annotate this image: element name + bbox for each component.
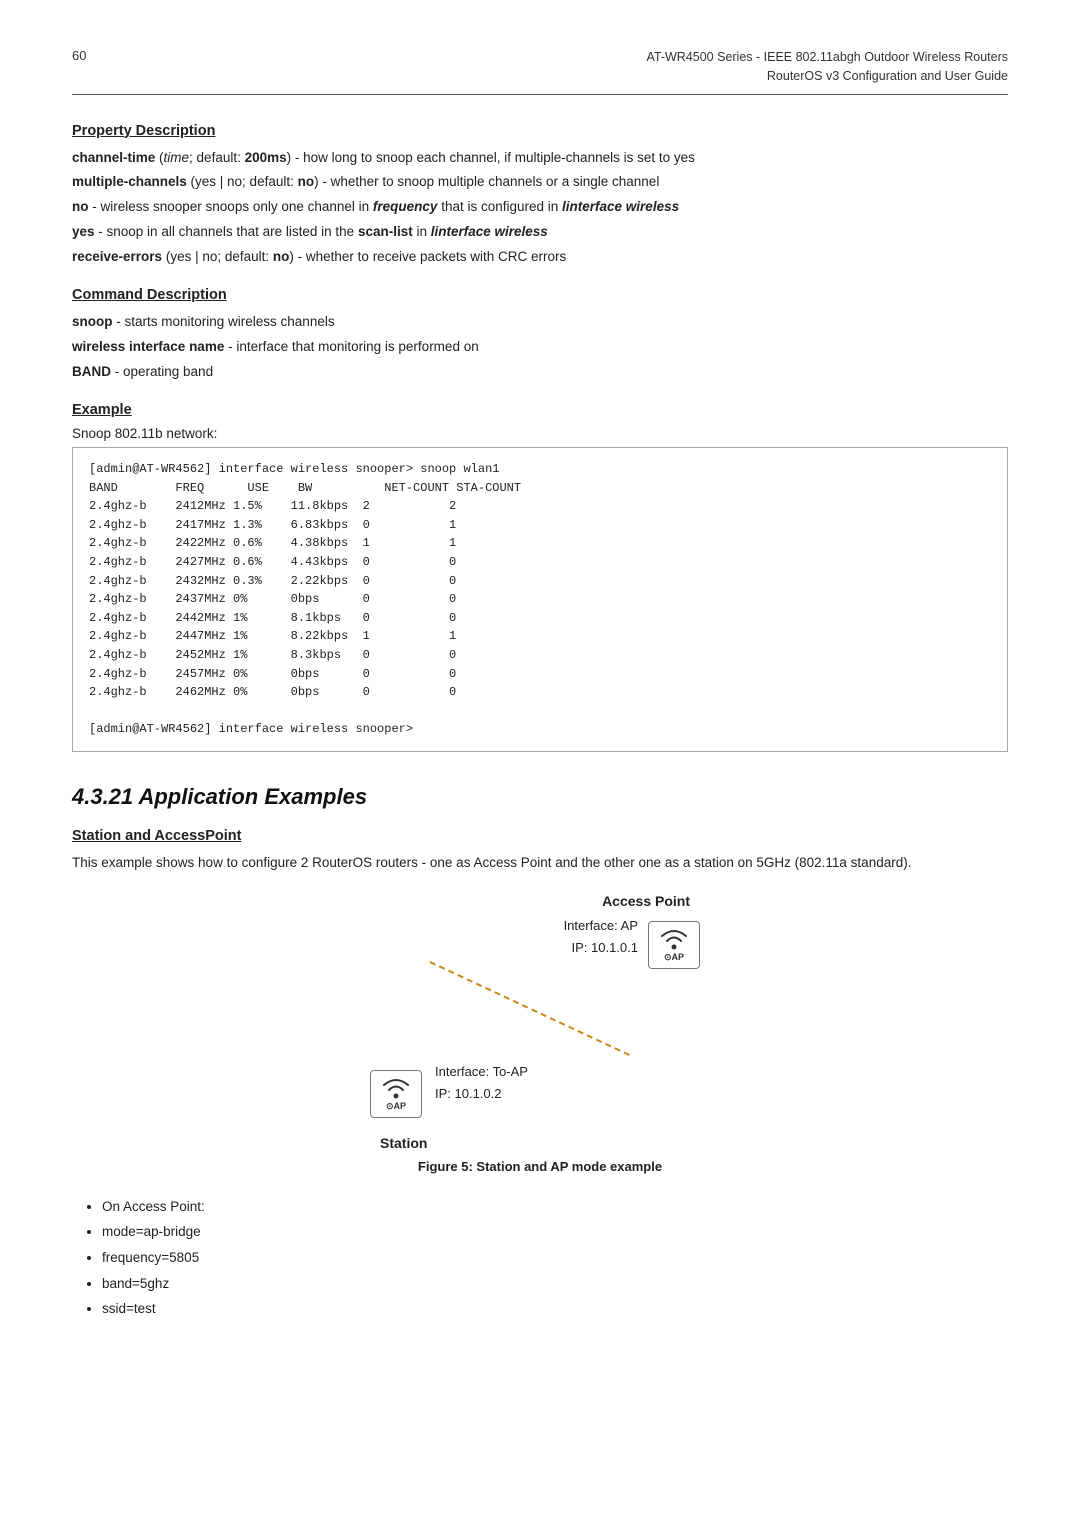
prop-no-desc: - wireless snooper snoops only one chann… [89, 199, 680, 214]
dashed-connection-line [430, 961, 630, 1056]
header-title-line2: RouterOS v3 Configuration and User Guide [646, 67, 1008, 86]
diagram-area: Access Point Interface: AP IP: 10.1.0.1 [72, 893, 1008, 1184]
station-badge-text: ⊙AP [386, 1101, 406, 1112]
prop-receive-errors-term: receive-errors [72, 249, 162, 264]
prop-no: no - wireless snooper snoops only one ch… [72, 196, 1008, 219]
station-ip-label: IP: 10.1.0.2 [435, 1083, 528, 1105]
prop-yes-term: yes [72, 224, 95, 239]
prop-channel-time-extra: (time; default: 200ms) [155, 150, 291, 165]
example-label: Snoop 802.11b network: [72, 426, 1008, 441]
prop-channel-time: channel-time (time; default: 200ms) - ho… [72, 147, 1008, 170]
prop-no-term: no [72, 199, 89, 214]
prop-multiple-channels: multiple-channels (yes | no; default: no… [72, 171, 1008, 194]
prop-receive-errors-desc: - whether to receive packets with CRC er… [294, 249, 566, 264]
header-title-line1: AT-WR4500 Series - IEEE 802.11abgh Outdo… [646, 48, 1008, 67]
page-number: 60 [72, 48, 86, 63]
ap-ip-label: IP: 10.1.0.1 [564, 937, 638, 959]
station-interface-label: Interface: To-AP [435, 1061, 528, 1083]
figure-caption: Figure 5: Station and AP mode example [418, 1159, 662, 1174]
cmd-wireless-interface-desc: - interface that monitoring is performed… [224, 339, 478, 354]
station-ap-desc: This example shows how to configure 2 Ro… [72, 852, 1008, 875]
bullet-item-5: ssid=test [102, 1296, 1008, 1322]
cmd-snoop: snoop - starts monitoring wireless chann… [72, 311, 1008, 334]
prop-yes: yes - snoop in all channels that are lis… [72, 221, 1008, 244]
wifi-icon-ap [656, 927, 692, 951]
prop-receive-errors-extra: (yes | no; default: no) [162, 249, 294, 264]
ap-badge-text: ⊙AP [664, 952, 684, 963]
example-code-block: [admin@AT-WR4562] interface wireless sno… [72, 447, 1008, 752]
example-heading: Example [72, 402, 1008, 418]
ap-icon: ⊙AP [648, 921, 700, 969]
ap-text-block: Interface: AP IP: 10.1.0.1 [564, 915, 638, 959]
bullet-list: On Access Point: mode=ap-bridge frequenc… [102, 1194, 1008, 1322]
station-text-block: Interface: To-AP IP: 10.1.0.2 [435, 1061, 528, 1105]
diagram-inner: Access Point Interface: AP IP: 10.1.0.1 [330, 893, 750, 1153]
example-section: Example Snoop 802.11b network: [admin@AT… [72, 402, 1008, 752]
prop-multiple-channels-extra: (yes | no; default: no) [187, 174, 319, 189]
prop-receive-errors: receive-errors (yes | no; default: no) -… [72, 246, 1008, 269]
chapter-heading: 4.3.21 Application Examples [72, 784, 1008, 810]
page-header: 60 AT-WR4500 Series - IEEE 802.11abgh Ou… [72, 48, 1008, 95]
cmd-band-desc: - operating band [111, 364, 213, 379]
prop-channel-time-desc: - how long to snoop each channel, if mul… [291, 150, 695, 165]
cmd-band: BAND - operating band [72, 361, 1008, 384]
prop-channel-time-term: channel-time [72, 150, 155, 165]
ap-icon-box: ⊙AP [648, 921, 700, 969]
ap-interface-label: Interface: AP [564, 915, 638, 937]
bullet-item-4: band=5ghz [102, 1271, 1008, 1297]
bullet-item-2: mode=ap-bridge [102, 1219, 1008, 1245]
bullet-item-3: frequency=5805 [102, 1245, 1008, 1271]
prop-multiple-channels-desc: - whether to snoop multiple channels or … [319, 174, 660, 189]
command-description-heading: Command Description [72, 287, 1008, 303]
cmd-wireless-interface-term: wireless interface name [72, 339, 224, 354]
station-label-bottom: Station [380, 1135, 427, 1151]
station-label-text: Station [380, 1135, 427, 1151]
wifi-icon-station [378, 1076, 414, 1100]
cmd-wireless-interface: wireless interface name - interface that… [72, 336, 1008, 359]
cmd-snoop-desc: - starts monitoring wireless channels [113, 314, 335, 329]
cmd-band-term: BAND [72, 364, 111, 379]
page: 60 AT-WR4500 Series - IEEE 802.11abgh Ou… [0, 0, 1080, 1528]
header-title: AT-WR4500 Series - IEEE 802.11abgh Outdo… [646, 48, 1008, 86]
ap-label-text: Access Point [602, 893, 690, 909]
cmd-snoop-term: snoop [72, 314, 113, 329]
property-description-section: Property Description channel-time (time;… [72, 123, 1008, 270]
ap-label-top: Access Point [602, 893, 690, 909]
station-icon-box: ⊙AP [370, 1070, 422, 1118]
station-icon: ⊙AP [370, 1070, 422, 1118]
prop-yes-desc: - snoop in all channels that are listed … [95, 224, 548, 239]
prop-multiple-channels-term: multiple-channels [72, 174, 187, 189]
station-ap-section: Station and AccessPoint This example sho… [72, 828, 1008, 1322]
property-description-heading: Property Description [72, 123, 1008, 139]
command-description-section: Command Description snoop - starts monit… [72, 287, 1008, 384]
station-ap-heading: Station and AccessPoint [72, 828, 1008, 844]
bullet-item-1: On Access Point: [102, 1194, 1008, 1220]
